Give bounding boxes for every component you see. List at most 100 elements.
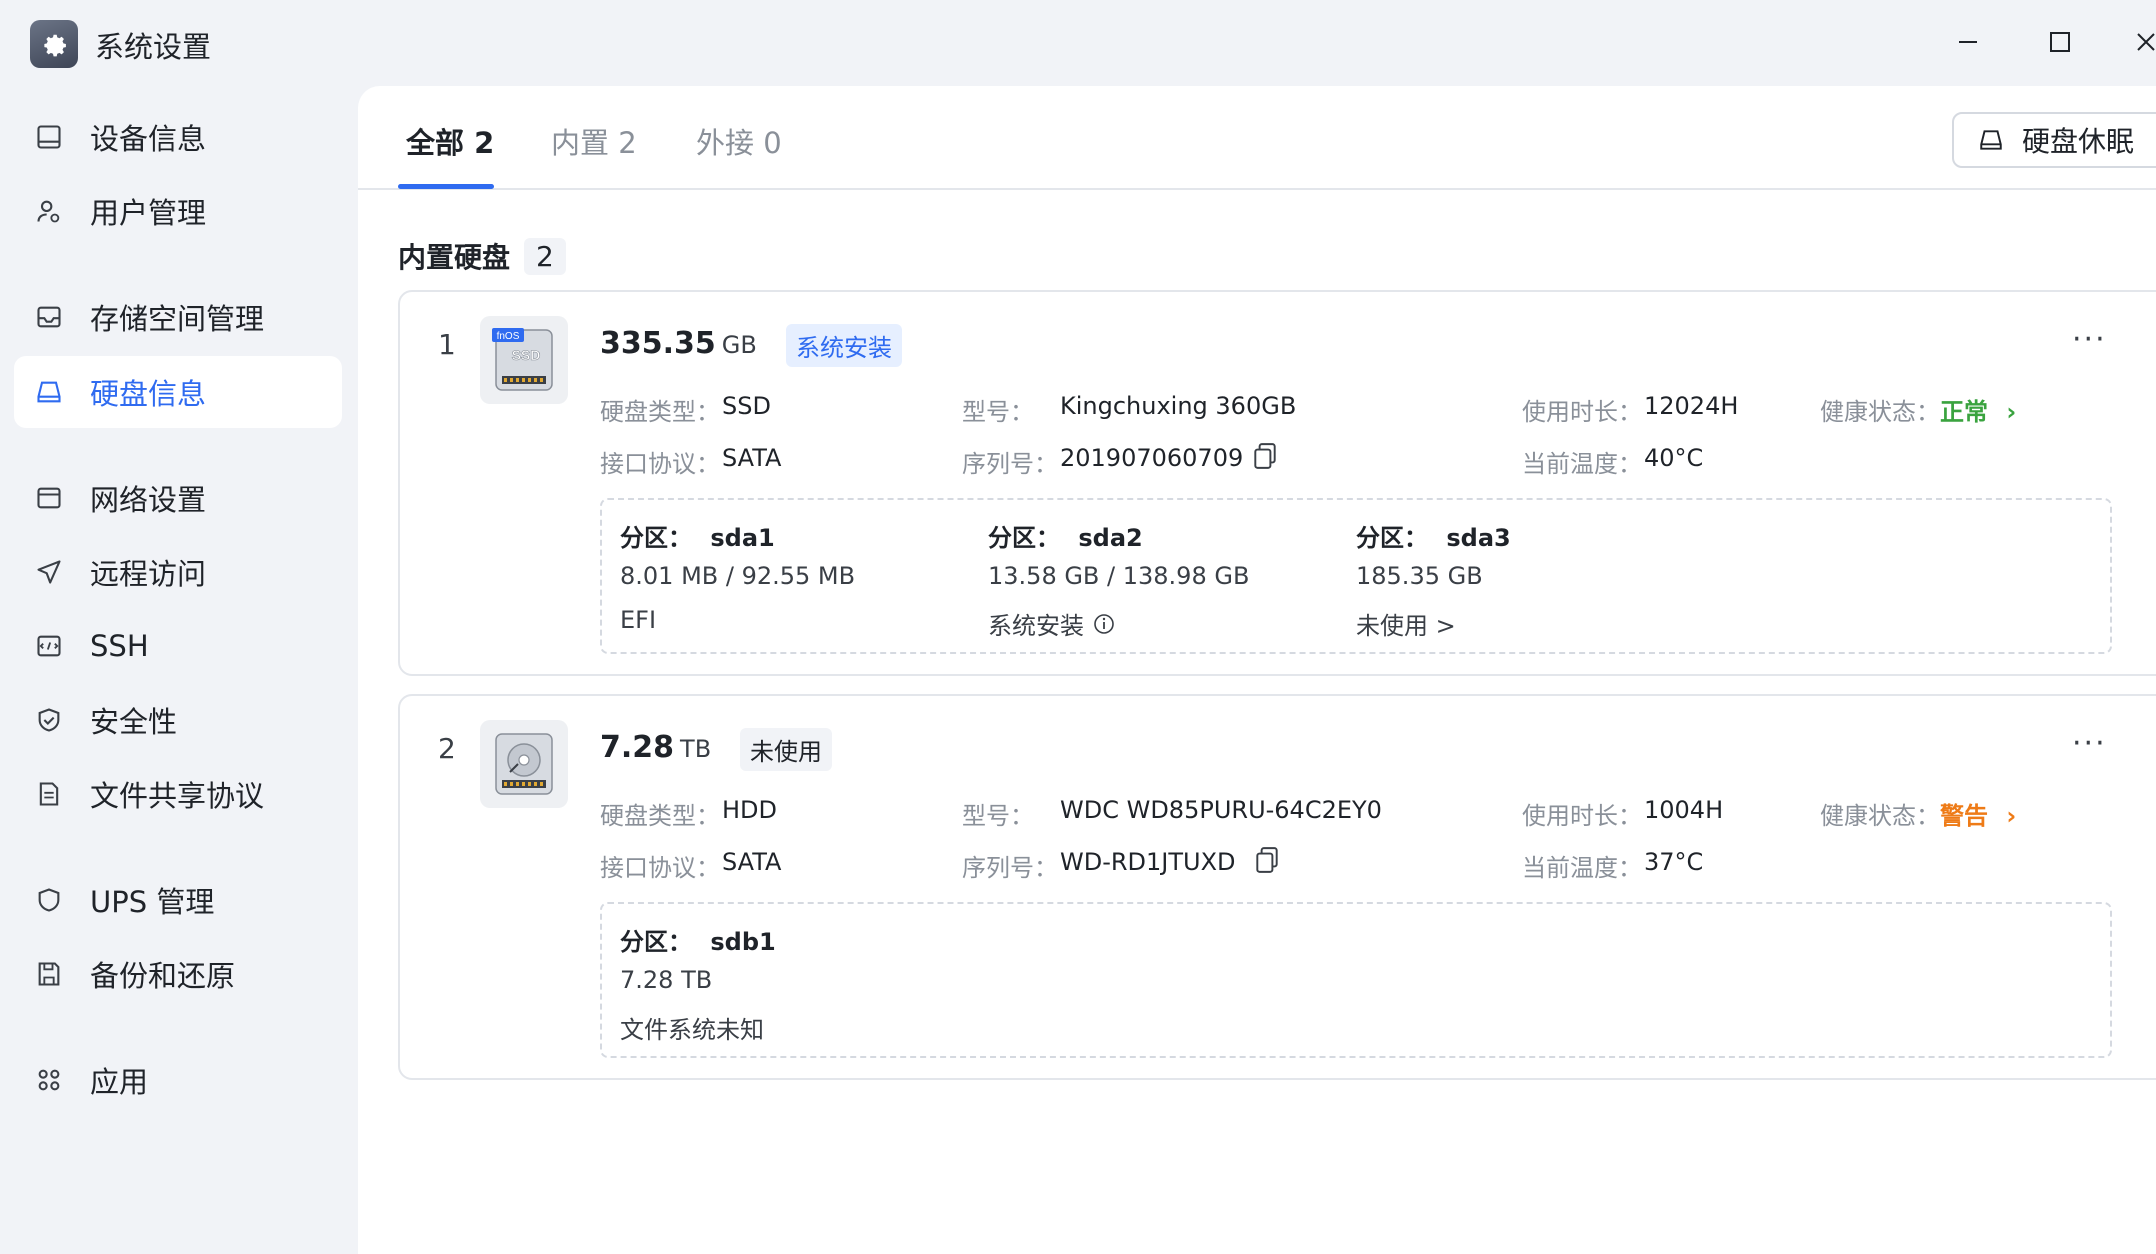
chevron-right-icon: ›: [2006, 802, 2017, 830]
document-icon: [32, 777, 66, 811]
interface-label: 接口协议：: [600, 450, 720, 478]
disk-index: 2: [438, 732, 456, 765]
temp-label: 当前温度：: [1522, 854, 1642, 882]
user-icon: [32, 194, 66, 228]
model-value: WDC WD85PURU-64C2EY0: [1060, 796, 1382, 824]
health-label: 健康状态：: [1820, 398, 1940, 426]
sidebar: 设备信息 用户管理 存储空间管理 硬盘信息 网络设置 远程访问 SSH 安全性 …: [0, 86, 358, 1254]
disk-card-2: 2 7.28 TB 未使用 ··· 硬盘类型： HDD 型号： WDC WD85P…: [398, 694, 2156, 1080]
disk-capacity: 7.28 TB: [600, 730, 711, 765]
sidebar-item-device-info[interactable]: 设备信息: [14, 101, 342, 173]
disk-index: 1: [438, 328, 456, 361]
section-count-badge: 2: [524, 237, 566, 275]
section-title-text: 内置硬盘: [398, 241, 511, 274]
partition-list: 分区： sdb1 7.28 TB 文件系统未知: [600, 902, 2112, 1058]
partition-id: sda3: [1446, 524, 1511, 552]
more-options-button[interactable]: ···: [2072, 322, 2107, 357]
section-title: 内置硬盘 2: [398, 236, 566, 276]
disk-sleep-label: 硬盘休眠: [2022, 125, 2135, 158]
model-value: Kingchuxing 360GB: [1060, 392, 1297, 420]
disk-sleep-button[interactable]: 硬盘休眠: [1952, 112, 2156, 168]
capacity-value: 7.28: [600, 730, 675, 765]
uptime-value: 12024H: [1644, 392, 1739, 420]
terminal-icon: [32, 629, 66, 663]
tab-bar: 全部 2 内置 2 外接 0 硬盘休眠: [358, 86, 2156, 190]
tab-all[interactable]: 全部 2: [406, 120, 494, 162]
shield-check-icon: [32, 703, 66, 737]
apps-icon: [32, 1063, 66, 1097]
uptime-value: 1004H: [1644, 796, 1724, 824]
sidebar-item-label: 用户管理: [90, 196, 207, 230]
network-icon: [32, 481, 66, 515]
interface-value: SATA: [722, 444, 782, 472]
partition-fs: 文件系统未知: [620, 1016, 764, 1044]
partition-fs: 系统安装: [988, 606, 1116, 641]
model-label: 型号：: [962, 802, 1034, 830]
partition-name: 分区： sda1: [620, 518, 775, 553]
window-title: 系统设置: [95, 30, 212, 64]
ssd-brand-label: fnOS: [497, 331, 520, 342]
sidebar-item-user-management[interactable]: 用户管理: [14, 175, 342, 247]
ssd-icon: fnOS SSD: [480, 316, 568, 404]
sidebar-item-file-sharing[interactable]: 文件共享协议: [14, 758, 342, 830]
info-icon[interactable]: [1092, 612, 1116, 636]
minimize-button[interactable]: [1948, 22, 1988, 62]
sidebar-item-disk-info[interactable]: 硬盘信息: [14, 356, 342, 428]
partition-label: 分区：: [988, 524, 1060, 552]
backup-icon: [32, 957, 66, 991]
maximize-button[interactable]: [2040, 22, 2080, 62]
health-label: 健康状态：: [1820, 802, 1940, 830]
disk-icon: [1978, 127, 2004, 153]
capacity-unit: TB: [680, 735, 712, 763]
capacity-unit: GB: [721, 331, 757, 359]
tab-external[interactable]: 外接 0: [696, 120, 782, 162]
disk-type-label: 硬盘类型：: [600, 802, 720, 830]
title-bar: 系统设置: [0, 0, 2156, 86]
hdd-icon: [480, 720, 568, 808]
serial-value: WD-RD1JTUXD: [1060, 848, 1236, 876]
sidebar-item-label: 远程访问: [90, 557, 207, 591]
sidebar-item-ssh[interactable]: SSH: [14, 610, 342, 682]
serial-label: 序列号：: [962, 450, 1058, 478]
copy-icon[interactable]: [1254, 846, 1280, 874]
tab-active-indicator: [398, 184, 494, 189]
disk-card-1: 1 fnOS SSD 335.35 GB 系统安装 ··· 硬盘类型： SSD 型…: [398, 290, 2156, 676]
sidebar-item-label: 应用: [90, 1065, 149, 1099]
sidebar-item-label: 备份和还原: [90, 959, 236, 993]
sidebar-item-network[interactable]: 网络设置: [14, 462, 342, 534]
partition-usage: 7.28 TB: [620, 966, 713, 994]
partition-name: 分区： sdb1: [620, 922, 776, 957]
sidebar-item-apps[interactable]: 应用: [14, 1044, 342, 1116]
model-label: 型号：: [962, 398, 1034, 426]
sidebar-item-security[interactable]: 安全性: [14, 684, 342, 756]
health-status-link[interactable]: 警告 ›: [1940, 796, 2016, 831]
sidebar-item-ups[interactable]: UPS 管理: [14, 864, 342, 936]
capacity-value: 335.35: [600, 326, 716, 361]
storage-icon: [32, 300, 66, 334]
disk-type-label: 硬盘类型：: [600, 398, 720, 426]
serial-label: 序列号：: [962, 854, 1058, 882]
shield-icon: [32, 883, 66, 917]
sidebar-item-label: 存储空间管理: [90, 302, 265, 336]
health-value: 正常: [1940, 398, 1988, 426]
close-button[interactable]: [2126, 22, 2156, 62]
monitor-icon: [32, 120, 66, 154]
ssd-type-label: SSD: [512, 347, 541, 363]
serial-value: 201907060709: [1060, 444, 1244, 472]
partition-label: 分区：: [620, 928, 692, 956]
sidebar-item-backup[interactable]: 备份和还原: [14, 938, 342, 1010]
partition-unused-link[interactable]: 未使用 >: [1356, 606, 1456, 641]
copy-icon[interactable]: [1252, 442, 1278, 470]
partition-usage: 8.01 MB / 92.55 MB: [620, 562, 856, 590]
sidebar-item-label: UPS 管理: [90, 885, 215, 919]
more-options-button[interactable]: ···: [2072, 726, 2107, 761]
temp-value: 37°C: [1644, 848, 1704, 876]
disk-type-value: HDD: [722, 796, 778, 824]
partition-id: sdb1: [710, 928, 776, 956]
sidebar-item-storage[interactable]: 存储空间管理: [14, 281, 342, 353]
health-status-link[interactable]: 正常 ›: [1940, 392, 2016, 427]
tab-internal[interactable]: 内置 2: [551, 120, 637, 162]
partition-name: 分区： sda2: [988, 518, 1143, 553]
sidebar-item-remote-access[interactable]: 远程访问: [14, 536, 342, 608]
sidebar-item-label: 网络设置: [90, 483, 207, 517]
